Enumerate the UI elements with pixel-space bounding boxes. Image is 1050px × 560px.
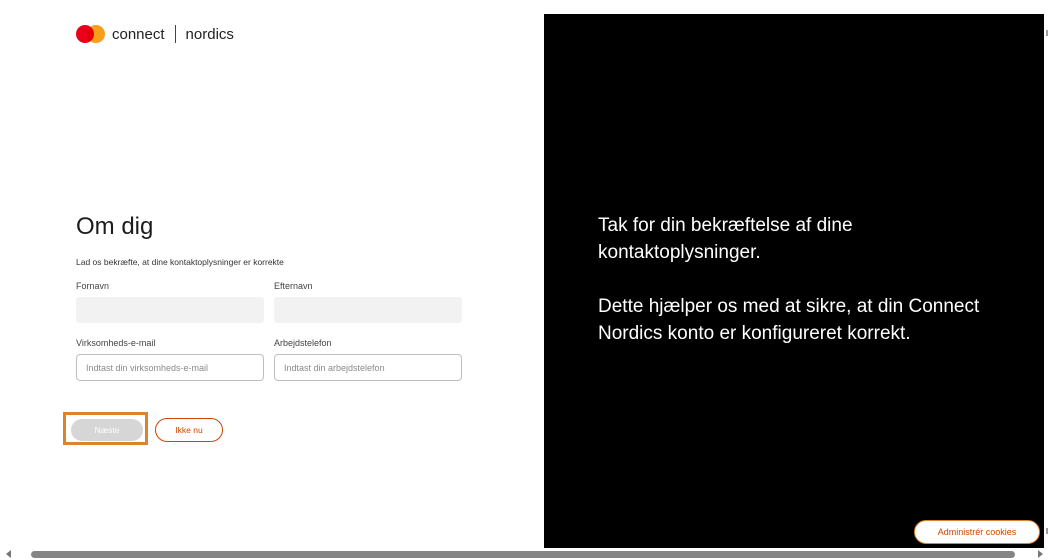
brand-word-nordics: nordics	[185, 25, 234, 43]
scrollbar-thumb[interactable]	[31, 551, 1015, 558]
phone-field[interactable]	[274, 354, 462, 381]
scroll-left-arrow-icon[interactable]	[6, 550, 11, 558]
brand-logo: connect nordics	[76, 25, 234, 43]
message-paragraph-2: Dette hjælper os med at sikre, at din Co…	[598, 296, 980, 344]
email-field[interactable]	[76, 354, 264, 381]
manage-cookies-button[interactable]: Administrér cookies	[914, 520, 1040, 544]
scroll-right-arrow-icon[interactable]	[1038, 550, 1043, 558]
edge-markers	[1046, 30, 1048, 534]
top-strip	[0, 0, 1050, 14]
last-name-field[interactable]	[274, 297, 462, 323]
phone-label: Arbejdstelefon	[274, 338, 332, 348]
confirmation-message: Tak for din bekræftelse af dine kontakto…	[598, 212, 1018, 374]
mastercard-circles-icon	[76, 25, 106, 43]
message-paragraph-1: Tak for din bekræftelse af dine kontakto…	[598, 215, 853, 263]
email-label: Virksomheds-e-mail	[76, 338, 156, 348]
form-subtitle: Lad os bekræfte, at dine kontaktoplysnin…	[76, 257, 284, 267]
brand-divider	[174, 25, 176, 43]
skip-button[interactable]: Ikke nu	[155, 418, 223, 442]
next-button[interactable]: Næste	[71, 419, 143, 441]
first-name-field[interactable]	[76, 297, 264, 323]
last-name-label: Efternavn	[274, 281, 313, 291]
page-title: Om dig	[76, 213, 154, 240]
brand-word-connect: connect	[112, 25, 165, 43]
first-name-label: Fornavn	[76, 281, 110, 291]
